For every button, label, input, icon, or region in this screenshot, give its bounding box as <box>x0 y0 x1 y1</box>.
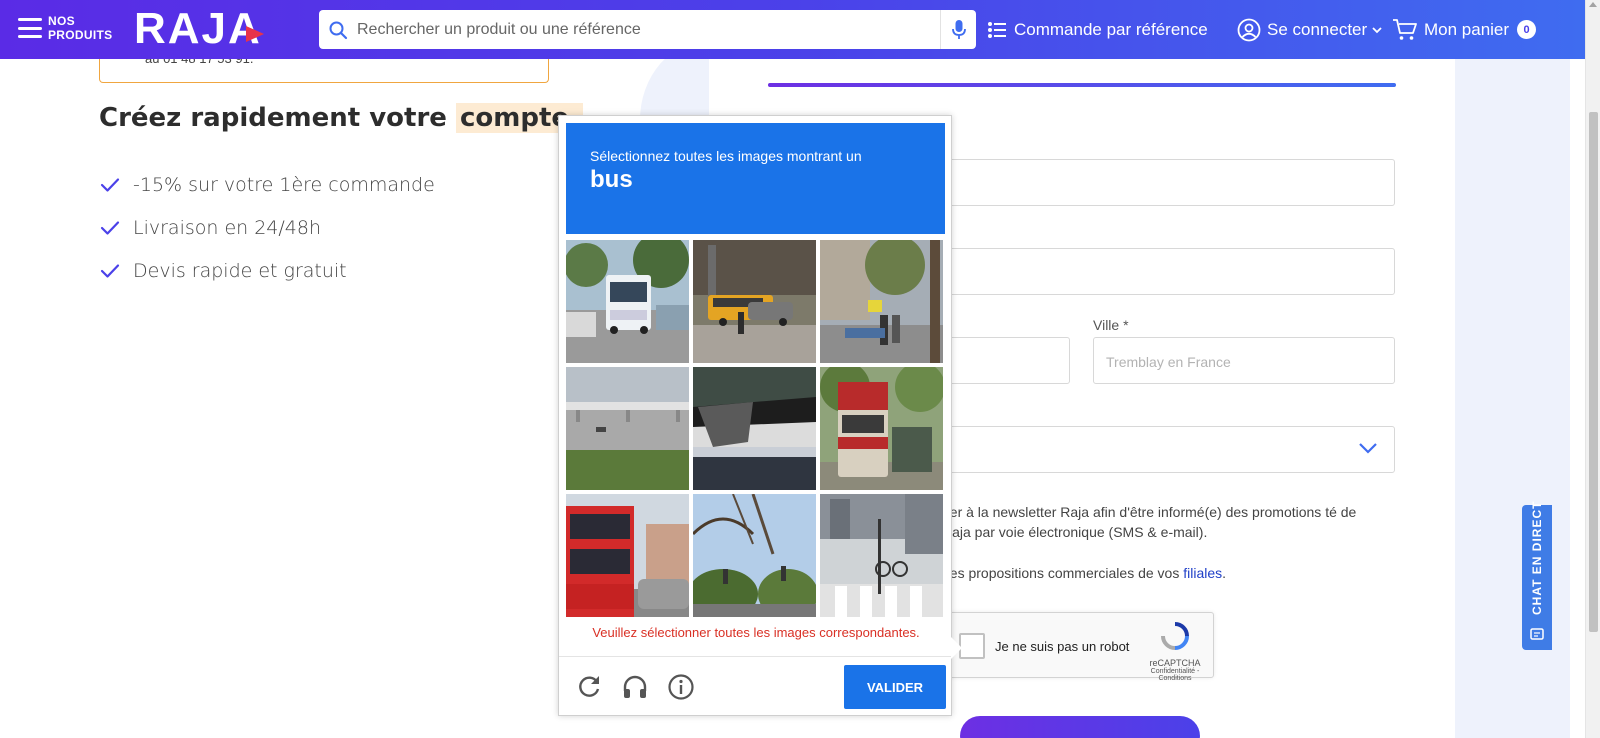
benefit-text: Devis rapide et gratuit <box>133 259 347 282</box>
recaptcha-icon <box>1161 622 1189 650</box>
reload-icon[interactable] <box>575 673 603 701</box>
city-field[interactable]: Tremblay en France <box>1093 337 1395 384</box>
products-menu-button[interactable]: NOS PRODUITS <box>18 14 118 42</box>
city-label: Ville * <box>1093 317 1129 333</box>
recaptcha-links[interactable]: Confidentialité - Conditions <box>1147 668 1203 682</box>
propositions-text: des propositions commerciales de vos <box>942 565 1180 581</box>
benefit-item: Livraison en 24/48h <box>99 206 435 249</box>
newsletter-consent-text: ner à la newsletter Raja afin d'être inf… <box>942 504 1357 540</box>
captcha-tile[interactable] <box>693 494 816 617</box>
page-title: Créez rapidement votre compte. <box>99 103 583 133</box>
check-icon <box>99 260 121 282</box>
page-title-text: Créez rapidement votre <box>99 103 447 133</box>
postal-code-field[interactable] <box>940 337 1070 384</box>
captcha-target: bus <box>590 166 633 193</box>
benefit-text: -15% sur votre 1ère commande <box>133 173 435 196</box>
login-label: Se connecter <box>1267 19 1368 39</box>
chevron-down-icon <box>1372 26 1382 33</box>
propositions-consent: des propositions commerciales de vos fil… <box>942 565 1226 581</box>
benefit-item: Devis rapide et gratuit <box>99 249 435 292</box>
products-menu-label: NOS PRODUITS <box>48 14 113 42</box>
chevron-down-icon <box>1359 443 1377 454</box>
recaptcha-widget: Je ne suis pas un robot reCAPTCHA Confid… <box>942 612 1214 682</box>
select-field[interactable] <box>940 426 1395 473</box>
verify-button[interactable]: VALIDER <box>844 665 946 709</box>
benefits-list: -15% sur votre 1ère commande Livraison e… <box>99 163 435 292</box>
background-panel-right <box>1455 59 1570 738</box>
recaptcha-checkbox[interactable] <box>959 633 985 659</box>
live-chat-tab[interactable]: CHAT EN DIRECT <box>1522 501 1552 650</box>
live-chat-label: CHAT EN DIRECT <box>1530 500 1544 615</box>
top-header: NOS PRODUITS RAJA Commande par référence… <box>0 0 1585 59</box>
filiales-link[interactable]: filiales <box>1183 565 1222 581</box>
captcha-challenge-dialog: Sélectionnez toutes les images montrant … <box>558 115 953 716</box>
captcha-tile[interactable] <box>820 367 943 490</box>
submit-button[interactable] <box>960 716 1200 738</box>
captcha-prompt: Sélectionnez toutes les images montrant … <box>590 148 862 164</box>
captcha-tile[interactable] <box>693 240 816 363</box>
info-icon[interactable] <box>667 673 695 701</box>
check-icon <box>99 174 121 196</box>
city-placeholder: Tremblay en France <box>1106 354 1231 370</box>
captcha-header: Sélectionnez toutes les images montrant … <box>566 123 945 234</box>
benefit-text: Livraison en 24/48h <box>133 216 322 239</box>
hamburger-icon <box>18 18 42 38</box>
microphone-icon[interactable] <box>940 10 976 49</box>
captcha-tile[interactable] <box>566 367 689 490</box>
recaptcha-logo: reCAPTCHA Confidentialité - Conditions <box>1147 621 1203 682</box>
list-icon <box>988 21 1006 38</box>
raja-logo[interactable]: RAJA <box>134 4 264 53</box>
search-icon[interactable] <box>319 10 357 49</box>
captcha-tile-grid <box>566 240 945 619</box>
captcha-footer: VALIDER <box>559 656 953 716</box>
captcha-pointer-arrow <box>951 637 962 659</box>
propositions-end: . <box>1222 565 1227 581</box>
cart-label: Mon panier <box>1424 19 1510 39</box>
captcha-tile[interactable] <box>566 494 689 617</box>
recaptcha-label: Je ne suis pas un robot <box>995 639 1130 654</box>
search-input[interactable] <box>357 10 940 49</box>
form-field-2[interactable] <box>940 248 1395 295</box>
captcha-tile[interactable] <box>693 367 816 490</box>
order-by-reference-link[interactable]: Commande par référence <box>986 0 1208 59</box>
form-field-1[interactable] <box>940 159 1395 206</box>
logo-text: RAJA <box>134 4 262 53</box>
captcha-error-message: Veuillez sélectionner toutes les images … <box>592 625 920 640</box>
cart-link[interactable]: Mon panier 0 <box>1392 0 1537 59</box>
scroll-up-arrow-icon[interactable] <box>1589 2 1597 7</box>
login-menu[interactable]: Se connecter <box>1237 0 1383 59</box>
benefit-item: -15% sur votre 1ère commande <box>99 163 435 206</box>
audio-headphones-icon[interactable] <box>621 673 649 701</box>
cart-count-badge: 0 <box>1517 20 1537 39</box>
captcha-tile[interactable] <box>566 240 689 363</box>
order-by-reference-label: Commande par référence <box>1014 19 1208 39</box>
user-icon <box>1237 18 1261 41</box>
captcha-tile[interactable] <box>820 240 943 363</box>
logo-flag-icon <box>245 26 264 42</box>
search-bar <box>319 10 976 49</box>
cart-icon <box>1393 18 1417 40</box>
scroll-thumb[interactable] <box>1589 112 1598 632</box>
page-scrollbar[interactable] <box>1585 0 1600 738</box>
form-progress-bar <box>768 83 1396 87</box>
captcha-tile[interactable] <box>820 494 943 617</box>
check-icon <box>99 217 121 239</box>
recaptcha-brand: reCAPTCHA <box>1149 658 1201 668</box>
chat-icon <box>1530 628 1544 640</box>
